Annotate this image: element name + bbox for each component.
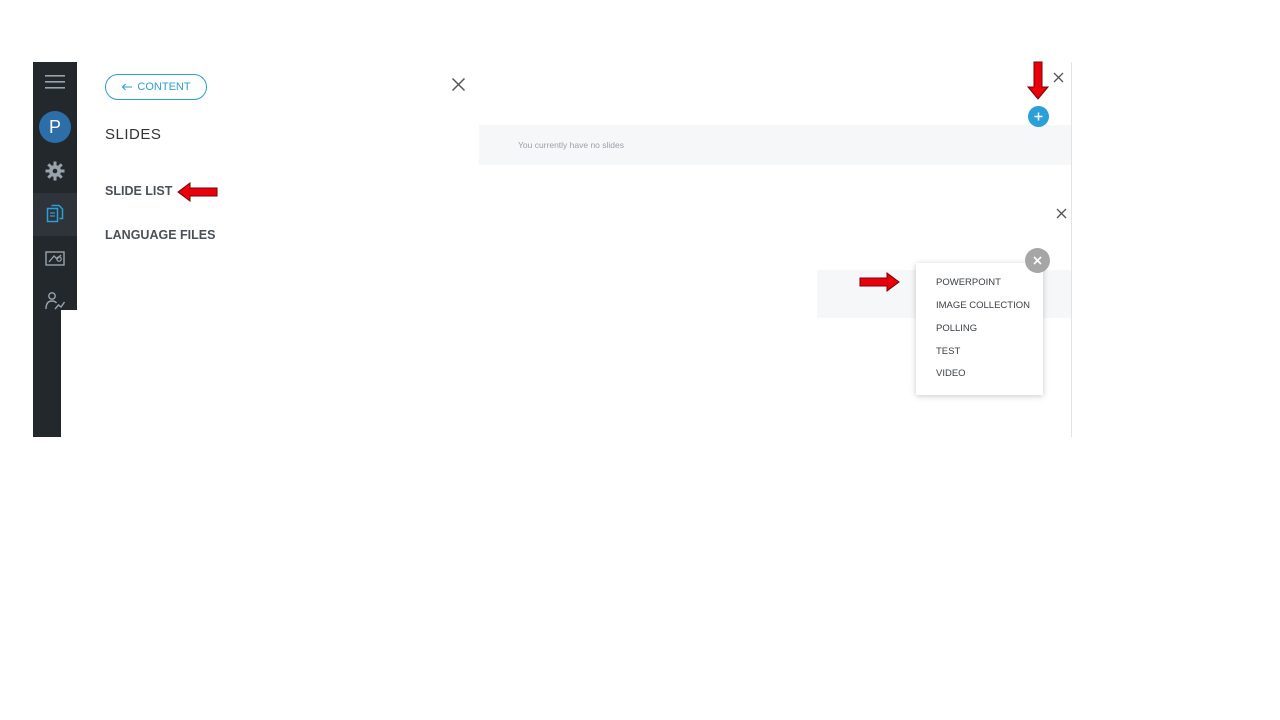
add-slide-button[interactable] bbox=[1028, 106, 1049, 127]
hamburger-icon bbox=[45, 75, 65, 89]
plus-icon bbox=[1034, 112, 1043, 121]
presentation-icon bbox=[45, 251, 65, 266]
avatar-letter: P bbox=[48, 116, 61, 137]
close-menu-button[interactable] bbox=[1025, 248, 1050, 273]
empty-slides-message: You currently have no slides bbox=[518, 140, 625, 150]
nav-item-slide-list[interactable]: SLIDE LIST bbox=[105, 184, 172, 198]
sidebar-menu-button[interactable] bbox=[33, 64, 77, 100]
page-title: SLIDES bbox=[105, 126, 162, 143]
sidebar-item-presentation[interactable] bbox=[33, 241, 77, 277]
annotation-arrow-right bbox=[859, 272, 900, 292]
add-slide-type-menu: POWERPOINT IMAGE COLLECTION POLLING TEST… bbox=[916, 263, 1043, 395]
sidebar-rail-extension bbox=[33, 310, 61, 437]
menu-item-polling[interactable]: POLLING bbox=[936, 323, 977, 334]
sidebar-item-settings[interactable] bbox=[33, 153, 77, 189]
annotation-arrow-down bbox=[1026, 61, 1050, 100]
avatar[interactable]: P bbox=[39, 111, 71, 143]
content-icon bbox=[46, 204, 64, 223]
annotation-arrow-left bbox=[177, 182, 218, 202]
menu-item-video[interactable]: VIDEO bbox=[936, 368, 966, 379]
close-icon bbox=[1053, 72, 1064, 83]
back-to-content-button[interactable]: CONTENT bbox=[105, 74, 207, 100]
close-panel-button[interactable] bbox=[451, 77, 466, 92]
menu-item-powerpoint[interactable]: POWERPOINT bbox=[936, 277, 1001, 288]
close-icon bbox=[451, 77, 466, 92]
analytics-icon bbox=[45, 292, 66, 310]
back-button-label: CONTENT bbox=[137, 81, 191, 93]
panel-divider bbox=[1071, 62, 1072, 437]
arrow-left-icon bbox=[122, 83, 133, 91]
close-slides-panel-button-2[interactable] bbox=[1056, 206, 1067, 219]
close-slides-panel-button[interactable] bbox=[1053, 70, 1064, 83]
sidebar-item-analytics[interactable] bbox=[33, 283, 77, 319]
menu-item-image-collection[interactable]: IMAGE COLLECTION bbox=[936, 300, 1030, 311]
close-icon bbox=[1033, 256, 1042, 265]
sidebar-item-content[interactable] bbox=[33, 196, 77, 232]
close-icon bbox=[1056, 208, 1067, 219]
nav-item-language-files[interactable]: LANGUAGE FILES bbox=[105, 228, 215, 242]
menu-item-test[interactable]: TEST bbox=[936, 346, 960, 357]
gear-icon bbox=[45, 161, 65, 181]
